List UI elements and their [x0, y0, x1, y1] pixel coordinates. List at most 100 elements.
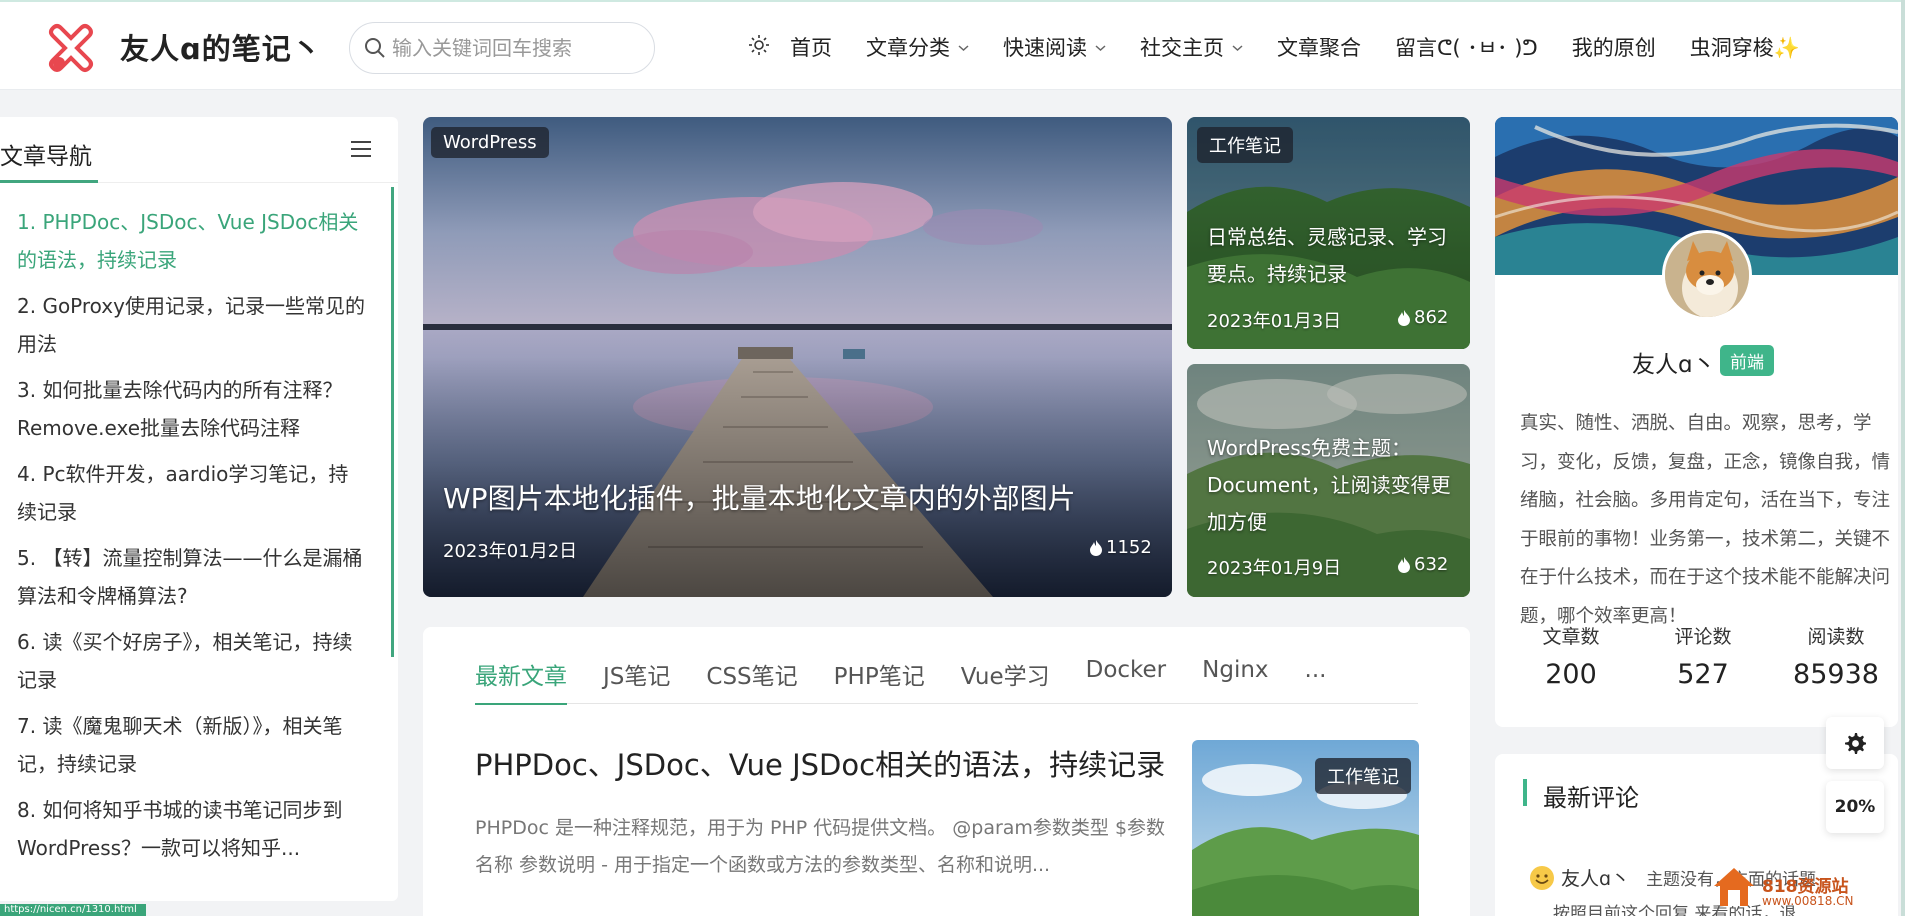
category-tag[interactable]: WordPress [431, 127, 549, 158]
category-tag[interactable]: 工作笔记 [1315, 758, 1411, 794]
tab-php[interactable]: PHP笔记 [834, 657, 925, 704]
tab-more[interactable]: ... [1305, 657, 1327, 704]
category-tabs: 最新文章 JS笔记 CSS笔记 PHP笔记 Vue学习 Docker Nginx… [475, 657, 1418, 705]
stat-label: 评论数 [1674, 626, 1732, 648]
toc-header: 文章导航 [0, 117, 398, 183]
view-count: 862 [1397, 307, 1448, 328]
site-title[interactable]: 友人ɑ的笔记丶 [120, 26, 322, 68]
author-name: 友人ɑ丶 [1632, 352, 1716, 378]
toc-item[interactable]: 6. 读《买个好房子》，相关笔记，持续记录 [17, 623, 367, 699]
section-accent-bar [1523, 779, 1527, 806]
settings-button[interactable] [1826, 717, 1884, 769]
toc-item[interactable]: 2. GoProxy使用记录，记录一些常见的用法 [17, 287, 367, 363]
author-profile-card: 友人ɑ丶 前端 真实、随性、洒脱、自由。观察，思考，学习，变化，反馈，复盘，正念… [1495, 117, 1898, 727]
dog-avatar-image [1665, 233, 1749, 317]
nav-label: 快速阅读 [1003, 36, 1087, 60]
nav-label: 首页 [790, 36, 832, 60]
toc-item[interactable]: 4. Pc软件开发，aardio学习笔记，持续记录 [17, 455, 367, 531]
view-count-value: 862 [1414, 307, 1449, 328]
toc-item[interactable]: 7. 读《魔鬼聊天术（新版）》，相关笔记，持续记录 [17, 707, 367, 783]
sun-icon[interactable] [748, 34, 770, 56]
site-header: 友人ɑ的笔记丶 首页 文章分类 快速阅读 社交主页 文章聚合 留言ᕦ( ･ㅂ･ … [0, 0, 1905, 90]
featured-title[interactable]: WP图片本地化插件，批量本地化文章内的外部图片 [443, 477, 1076, 517]
toc-title-underline [0, 180, 98, 183]
search-box[interactable] [349, 22, 655, 74]
nav-wormhole[interactable]: 虫洞穿梭✨ [1690, 32, 1800, 62]
nav-label: 社交主页 [1140, 36, 1224, 60]
nav-social[interactable]: 社交主页 [1140, 32, 1243, 62]
avatar[interactable] [1662, 230, 1752, 320]
tab-latest[interactable]: 最新文章 [475, 657, 567, 705]
nav-categories[interactable]: 文章分类 [866, 32, 969, 62]
featured-title[interactable]: 日常总结、灵感记录、学习要点。持续记录 [1207, 219, 1457, 293]
article-list: 最新文章 JS笔记 CSS笔记 PHP笔记 Vue学习 Docker Nginx… [423, 627, 1470, 916]
stat-value: 200 [1545, 659, 1597, 690]
flame-icon [1398, 556, 1410, 573]
scrollbar[interactable] [1901, 0, 1905, 916]
author-role-badge: 前端 [1720, 345, 1774, 376]
flame-icon [1090, 539, 1102, 556]
nav-label: 留言ᕦ( ･ㅂ･ )ᕤ [1395, 36, 1538, 60]
toc-item[interactable]: 3. 如何批量去除代码内的所有注释？Remove.exe批量去除代码注释 [17, 371, 367, 447]
house-logo-icon [1714, 868, 1754, 906]
tab-docker[interactable]: Docker [1086, 657, 1167, 704]
chevron-down-icon [1095, 45, 1106, 52]
flame-icon [1398, 309, 1410, 326]
chevron-down-icon [1232, 45, 1243, 52]
toc-item[interactable]: 1. PHPDoc、JSDoc、Vue JSDoc相关的语法，持续记录 [17, 203, 367, 279]
nav-home[interactable]: 首页 [790, 32, 832, 62]
tab-nginx[interactable]: Nginx [1202, 657, 1268, 704]
watermark-url: www.00818.CN [1762, 894, 1854, 908]
post-date: 2023年01月2日 [443, 541, 578, 562]
category-tag[interactable]: 工作笔记 [1197, 127, 1293, 163]
nav-label: 我的原创 [1571, 36, 1656, 60]
gear-icon [1845, 733, 1866, 754]
site-logo[interactable] [45, 22, 97, 74]
stat-label: 阅读数 [1807, 626, 1865, 648]
article-thumbnail[interactable]: 工作笔记 [1192, 740, 1419, 916]
status-bar-url: https://nicen.cn/1310.html [0, 904, 146, 916]
reading-progress-button[interactable]: 20% [1826, 781, 1884, 833]
nav-original[interactable]: 我的原创 [1572, 32, 1656, 62]
lake-pier-image [423, 117, 1172, 597]
featured-post-side[interactable]: WordPress免费主题：Document，让阅读变得更加方便 2023年01… [1187, 364, 1470, 597]
article-title[interactable]: PHPDoc、JSDoc、Vue JSDoc相关的语法，持续记录 [475, 742, 1165, 784]
toc-title: 文章导航 [0, 144, 92, 170]
search-input[interactable] [392, 33, 642, 63]
menu-icon[interactable] [350, 139, 372, 159]
post-date: 2023年01月9日 [1207, 558, 1342, 579]
stat-comments: 评论数 527 [1643, 622, 1763, 690]
nav-quick-read[interactable]: 快速阅读 [1003, 32, 1106, 62]
featured-title[interactable]: WordPress免费主题：Document，让阅读变得更加方便 [1207, 430, 1457, 541]
article-excerpt: PHPDoc 是一种注释规范，用于为 PHP 代码提供文档。 @param参数类… [475, 817, 1166, 876]
view-count: 1152 [1089, 537, 1152, 558]
nav-label: 文章分类 [866, 36, 950, 60]
nav-aggregation[interactable]: 文章聚合 [1277, 32, 1361, 62]
toc-item[interactable]: 5. 【转】流量控制算法——什么是漏桶算法和令牌桶算法? [17, 539, 367, 615]
tab-css[interactable]: CSS笔记 [706, 657, 797, 704]
tab-vue[interactable]: Vue学习 [961, 657, 1050, 704]
tab-js[interactable]: JS笔记 [603, 657, 670, 704]
stat-label: 文章数 [1542, 626, 1600, 648]
comment-author[interactable]: 友人ɑ丶 [1561, 864, 1630, 891]
view-count: 632 [1397, 554, 1448, 575]
stat-value: 85938 [1793, 659, 1879, 690]
view-count-value: 632 [1414, 554, 1449, 575]
stat-value: 527 [1677, 659, 1729, 690]
author-bio: 真实、随性、洒脱、自由。观察，思考，学习，变化，反馈，复盘，正念，镜像自我，情绪… [1520, 413, 1891, 627]
chevron-down-icon [958, 45, 969, 52]
toc-scroll-indicator [391, 187, 394, 657]
stat-posts: 文章数 200 [1511, 622, 1631, 690]
nav-guestbook[interactable]: 留言ᕦ( ･ㅂ･ )ᕤ [1395, 32, 1538, 62]
featured-post-side[interactable]: 工作笔记 日常总结、灵感记录、学习要点。持续记录 2023年01月3日 862 [1187, 117, 1470, 349]
nav-label: 虫洞穿梭✨ [1689, 36, 1800, 60]
nav-label: 文章聚合 [1277, 36, 1361, 60]
toc-item[interactable]: 8. 如何将知乎书城的读书笔记同步到WordPress？一款可以将知乎... [17, 791, 367, 867]
view-count-value: 1152 [1106, 537, 1152, 558]
search-icon [365, 38, 385, 58]
stat-views: 阅读数 85938 [1776, 622, 1896, 690]
featured-post-main[interactable]: WordPress WP图片本地化插件，批量本地化文章内的外部图片 2023年0… [423, 117, 1172, 597]
comments-title: 最新评论 [1543, 784, 1639, 812]
smile-emoji-icon [1530, 865, 1554, 890]
main-nav: 首页 文章分类 快速阅读 社交主页 文章聚合 留言ᕦ( ･ㅂ･ )ᕤ 我的原创 … [790, 2, 1834, 92]
